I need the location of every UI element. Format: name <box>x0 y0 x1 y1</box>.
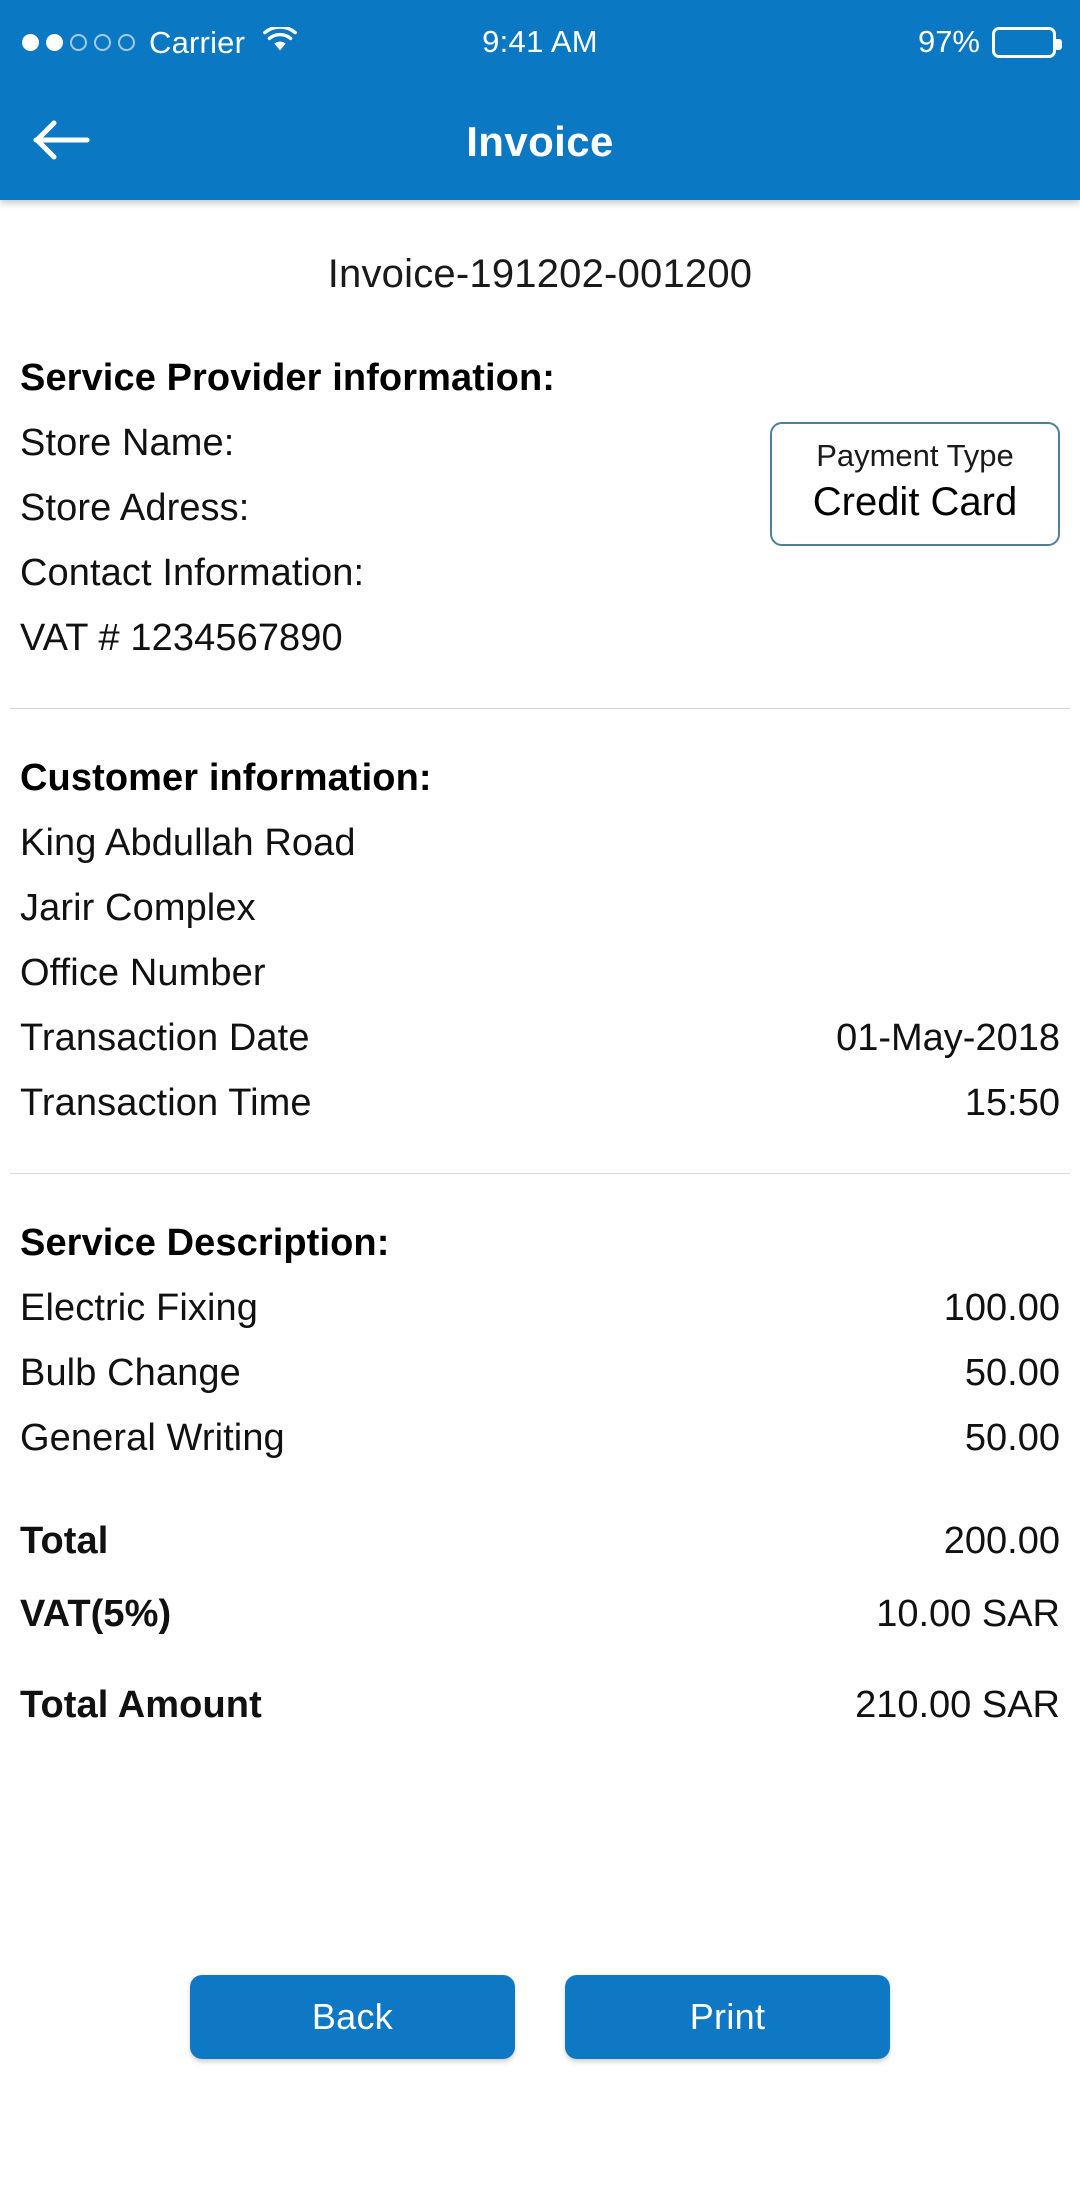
service-provider-heading: Service Provider information: <box>20 357 556 399</box>
payment-type-value: Credit Card <box>812 479 1018 524</box>
page-title: Invoice <box>466 118 614 165</box>
subtotal-value: 200.00 <box>943 1520 1060 1562</box>
service-item-value: 100.00 <box>943 1287 1060 1329</box>
customer-office-number: Office Number <box>20 952 266 994</box>
service-description-section: Service Description: Electric Fixing 100… <box>0 1222 1080 1727</box>
battery-percent-label: 97% <box>917 24 980 59</box>
transaction-time-row: Transaction Time 15:50 <box>20 1082 1060 1125</box>
invoice-screen: Carrier 9:41 AM 97% Invoice Invoice-1912… <box>0 0 1080 2200</box>
top-blue-region: Carrier 9:41 AM 97% Invoice <box>0 0 1080 200</box>
status-bar-right: 97% <box>917 24 1062 60</box>
print-button[interactable]: Print <box>565 1975 890 2059</box>
service-item-value: 50.00 <box>964 1417 1060 1459</box>
vat-row: VAT(5%) 10.00 SAR <box>20 1593 1060 1636</box>
transaction-date-row: Transaction Date 01-May-2018 <box>20 1017 1060 1060</box>
total-amount-label: Total Amount <box>20 1684 262 1726</box>
contact-information-label: Contact Information: <box>20 552 365 594</box>
status-bar: Carrier 9:41 AM 97% <box>0 0 1080 84</box>
transaction-date-label: Transaction Date <box>20 1017 310 1059</box>
payment-type-card[interactable]: Payment Type Credit Card <box>770 422 1060 546</box>
customer-section: Customer information: King Abdullah Road… <box>0 757 1080 1125</box>
service-item-label: Electric Fixing <box>20 1287 258 1329</box>
invoice-body: Invoice-191202-001200 Service Provider i… <box>0 200 1080 2200</box>
subtotal-label: Total <box>20 1520 109 1562</box>
navigation-bar: Invoice <box>0 84 1080 200</box>
service-description-heading: Service Description: <box>20 1222 390 1264</box>
service-item-label: Bulb Change <box>20 1352 241 1394</box>
total-amount-value: 210.00 SAR <box>855 1684 1060 1726</box>
service-item-value: 50.00 <box>964 1352 1060 1394</box>
payment-type-label: Payment Type <box>816 438 1014 473</box>
customer-heading: Customer information: <box>20 757 432 799</box>
vat-number-label: VAT # 1234567890 <box>20 617 343 659</box>
total-amount-row: Total Amount 210.00 SAR <box>20 1684 1060 1727</box>
battery-icon <box>992 26 1062 58</box>
invoice-number: Invoice-191202-001200 <box>327 252 753 296</box>
transaction-date-value: 01-May-2018 <box>836 1017 1060 1059</box>
vat-label: VAT(5%) <box>20 1593 172 1635</box>
customer-address-line-1: King Abdullah Road <box>20 822 356 864</box>
service-item-row: General Writing 50.00 <box>20 1417 1060 1460</box>
subtotal-row: Total 200.00 <box>20 1520 1060 1563</box>
action-buttons: Back Print <box>0 1975 1080 2059</box>
service-item-row: Electric Fixing 100.00 <box>20 1287 1060 1330</box>
customer-address-line-2: Jarir Complex <box>20 887 256 929</box>
service-item-label: General Writing <box>20 1417 285 1459</box>
service-item-row: Bulb Change 50.00 <box>20 1352 1060 1395</box>
service-provider-section: Service Provider information: Store Name… <box>0 357 1080 660</box>
vat-value: 10.00 SAR <box>876 1593 1060 1635</box>
transaction-time-value: 15:50 <box>964 1082 1060 1124</box>
transaction-time-label: Transaction Time <box>20 1082 312 1124</box>
back-action-button[interactable]: Back <box>190 1975 515 2059</box>
